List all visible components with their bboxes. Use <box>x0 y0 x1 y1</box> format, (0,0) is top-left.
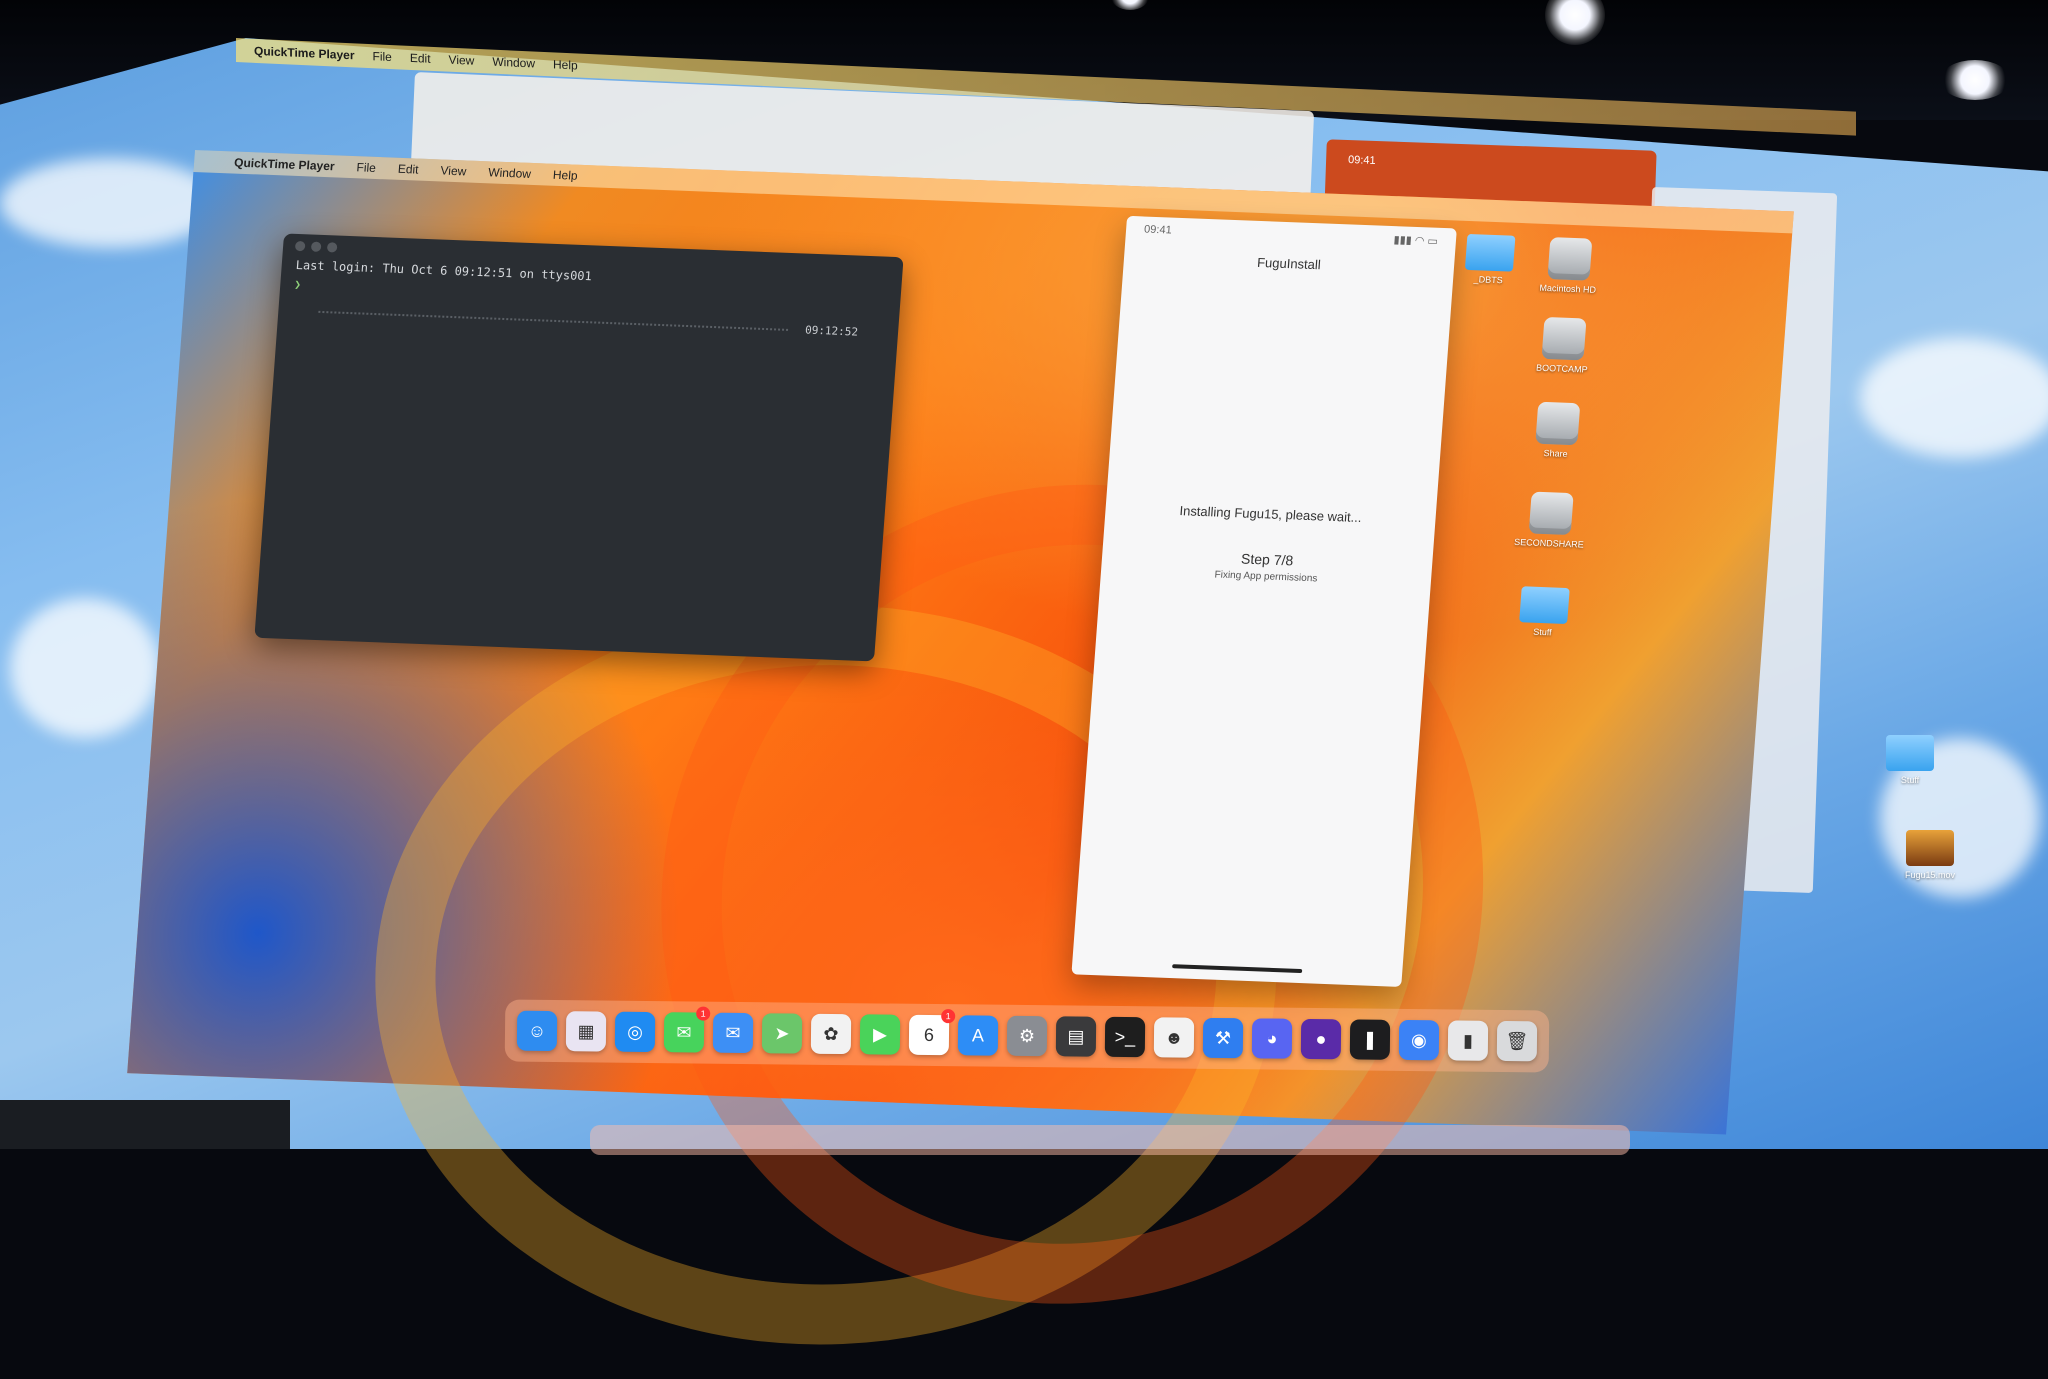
home-indicator[interactable] <box>1172 964 1303 974</box>
prompt-divider <box>318 310 789 331</box>
inner-desktop: QuickTime Player File Edit View Window H… <box>127 150 1794 1362</box>
downloads-icon[interactable]: ▮ <box>1447 1020 1489 1061</box>
zoom-button[interactable] <box>326 242 338 253</box>
minimize-button[interactable] <box>310 241 322 252</box>
folder-icon <box>1519 586 1570 625</box>
sky-cloud <box>1860 338 2048 458</box>
inner-menu-help[interactable]: Help <box>552 168 578 183</box>
notification-badge: 1 <box>696 1006 711 1021</box>
folder-icon <box>1886 735 1934 771</box>
safari-icon[interactable]: ◎ <box>614 1011 656 1053</box>
video-file-icon <box>1906 830 1954 866</box>
desktop-icon-macintosh-hd[interactable]: Macintosh HD <box>1532 237 1606 296</box>
desktop-icon-share[interactable]: Share <box>1520 401 1594 460</box>
folder-icon <box>1464 233 1516 272</box>
photos-icon[interactable]: ✿ <box>810 1013 852 1055</box>
phone-status-bar: 09:41 ▮▮▮ ◠ ▭ <box>1125 216 1457 255</box>
outer-menu-view[interactable]: View <box>449 53 475 68</box>
disk-icon <box>1535 401 1581 446</box>
git-client-icon[interactable]: ❚ <box>1349 1019 1391 1060</box>
github-icon[interactable]: ● <box>1300 1018 1342 1060</box>
outer-menu-help[interactable]: Help <box>553 57 578 72</box>
outer-menu-file[interactable]: File <box>373 49 392 64</box>
close-button[interactable] <box>294 240 306 252</box>
desktop-icon-stuff[interactable]: Stuff <box>1507 586 1581 639</box>
terminal-icon[interactable]: >_ <box>1104 1016 1146 1058</box>
outer-menu-edit[interactable]: Edit <box>410 51 431 66</box>
proxyman-icon[interactable]: ◉ <box>1398 1019 1440 1061</box>
notification-badge: 1 <box>941 1009 956 1024</box>
disk-icon <box>1547 237 1593 281</box>
finder-icon[interactable]: ☺ <box>516 1010 558 1052</box>
install-message: Installing Fugu15, please wait... <box>1179 503 1363 526</box>
xcode-icon[interactable]: ⚒ <box>1202 1017 1244 1059</box>
desktop-icon-dbts[interactable]: _DBTS <box>1453 233 1527 286</box>
inner-menu-file[interactable]: File <box>356 160 376 175</box>
outer-desktop-icon-fugu15-mov[interactable]: Fugu15.mov <box>1895 830 1965 880</box>
disk-icon <box>1528 491 1574 536</box>
inner-menu-window[interactable]: Window <box>488 165 532 181</box>
launchpad-icon[interactable]: ▦ <box>565 1011 607 1052</box>
iphone-mirror-window[interactable]: 09:41 ▮▮▮ ◠ ▭ FuguInstall Installing Fug… <box>1071 215 1457 987</box>
phone-status-time: 09:41 <box>1143 223 1173 237</box>
maps-icon[interactable]: ➤ <box>761 1013 803 1054</box>
outer-desktop-icon-stuff[interactable]: Stuff <box>1875 735 1945 785</box>
outer-menubar-app[interactable]: QuickTime Player <box>254 44 355 63</box>
disk-icon <box>1541 316 1587 361</box>
calendar-icon[interactable]: 61 <box>908 1009 956 1056</box>
app-store-icon[interactable]: A <box>957 1015 999 1056</box>
podium <box>0 1100 290 1149</box>
sky-cloud <box>0 158 220 248</box>
stage-light <box>1940 60 2010 100</box>
calculator-icon[interactable]: ▤ <box>1055 1016 1097 1057</box>
discord-icon[interactable]: ◕ <box>1251 1018 1293 1059</box>
desktop-icon-secondshare[interactable]: SECONDSHARE <box>1514 491 1588 550</box>
trash-icon[interactable]: 🗑 <box>1496 1020 1538 1062</box>
sky-cloud <box>10 598 160 738</box>
prompt-timestamp: 09:12:52 <box>804 323 859 339</box>
background-phone-time: 09:41 <box>1347 154 1376 167</box>
signal-battery-icon: ▮▮▮ ◠ ▭ <box>1393 233 1439 248</box>
inner-menu-view[interactable]: View <box>440 163 467 178</box>
system-settings-icon[interactable]: ⚙ <box>1006 1015 1048 1057</box>
inner-menubar-app[interactable]: QuickTime Player <box>234 156 335 174</box>
app-title: FuguInstall <box>1256 254 1322 273</box>
outer-menu-window[interactable]: Window <box>492 55 535 71</box>
terminal-window[interactable]: Last login: Thu Oct 6 09:12:51 on ttys00… <box>254 233 904 662</box>
desktop-icon-bootcamp[interactable]: BOOTCAMP <box>1526 316 1600 375</box>
inner-menu-edit[interactable]: Edit <box>397 162 419 177</box>
mail-icon[interactable]: ✉ <box>712 1012 754 1054</box>
messages-icon[interactable]: ✉ 1 <box>663 1006 711 1053</box>
memoji-icon[interactable]: ☻ <box>1153 1017 1195 1058</box>
dock: ☺ ▦ ◎ ✉ 1 ✉ ➤ ✿ ▶ 6 1 A ⚙ ▤ >_ ☻ ⚒ ◕ ● ❚ ◉ ▮ 🗑 <box>504 999 1550 1073</box>
facetime-icon[interactable]: ▶ <box>859 1014 901 1055</box>
outer-dock <box>590 1125 1630 1155</box>
